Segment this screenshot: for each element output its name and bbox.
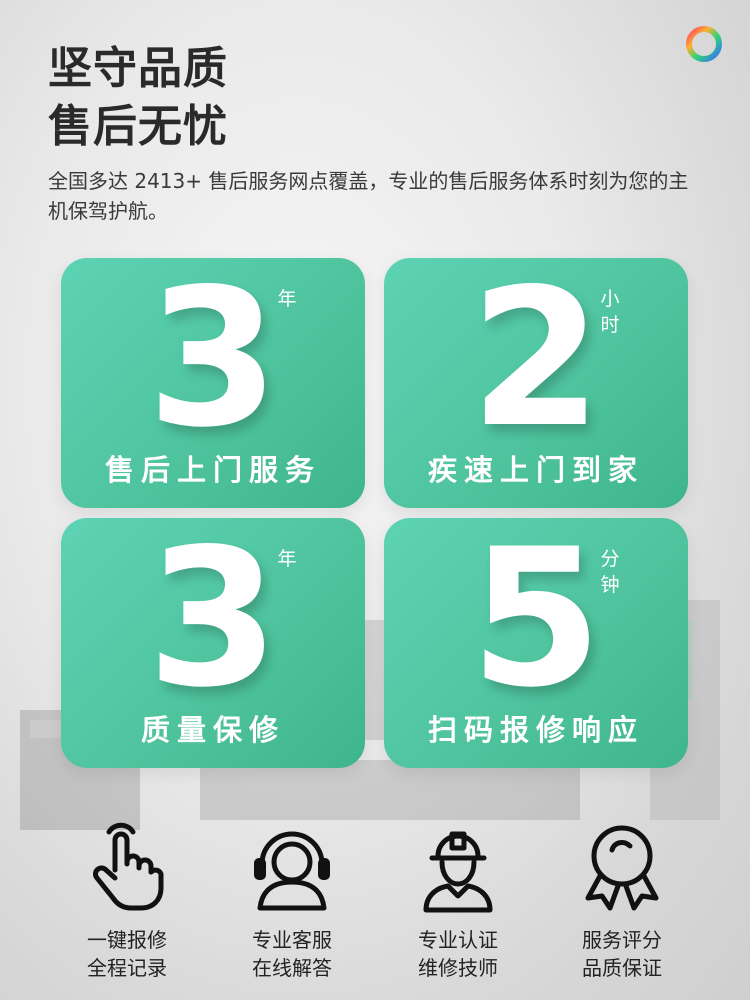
feature-online-support: 专业客服 在线解答 — [212, 818, 372, 982]
ring-logo-icon — [686, 26, 722, 62]
feature-quality-assurance: 服务评分 品质保证 — [542, 818, 702, 982]
stat-card-warranty: 3 年 质量保修 — [61, 518, 365, 768]
stat-unit: 年 — [277, 288, 297, 310]
feature-line-1: 专业客服 — [252, 928, 332, 952]
technician-helmet-icon — [423, 831, 493, 913]
stat-number: 5 — [469, 518, 603, 729]
stat-unit: 分钟 — [600, 548, 620, 596]
feature-line-2: 品质保证 — [582, 956, 662, 980]
feature-line-2: 在线解答 — [252, 956, 332, 980]
stat-label: 疾速上门到家 — [427, 453, 644, 487]
feature-line-2: 全程记录 — [87, 956, 167, 980]
feature-one-click-repair: 一键报修 全程记录 — [47, 818, 207, 982]
feature-line-1: 服务评分 — [582, 928, 662, 952]
tap-hand-icon — [93, 822, 164, 911]
service-description: 全国多达 2413+ 售后服务网点覆盖，专业的售后服务体系时刻为您的主机保驾护航… — [48, 169, 689, 223]
stat-card-fast-visit: 2 小时 疾速上门到家 — [384, 258, 688, 508]
feature-certified-technician: 专业认证 维修技师 — [378, 818, 538, 982]
page-title: 坚守品质 售后无忧 — [48, 40, 228, 156]
stat-card-scan-repair: 5 分钟 扫码报修响应 — [384, 518, 688, 768]
headset-support-icon — [254, 831, 330, 911]
award-medal-icon — [585, 825, 659, 911]
stat-label: 扫码报修响应 — [427, 713, 644, 747]
stat-number: 3 — [146, 518, 280, 729]
feature-line-2: 维修技师 — [418, 956, 498, 980]
stat-label: 质量保修 — [140, 713, 285, 747]
stat-card-onsite-service: 3 年 售后上门服务 — [61, 258, 365, 508]
stat-unit: 小时 — [600, 288, 620, 336]
stat-label: 售后上门服务 — [104, 453, 321, 487]
title-line-2: 售后无忧 — [48, 101, 228, 152]
feature-line-1: 一键报修 — [87, 928, 167, 952]
stat-number: 2 — [469, 258, 603, 469]
stat-number: 3 — [146, 258, 280, 469]
stat-unit: 年 — [277, 548, 297, 570]
title-line-1: 坚守品质 — [48, 43, 228, 94]
feature-line-1: 专业认证 — [418, 928, 498, 952]
